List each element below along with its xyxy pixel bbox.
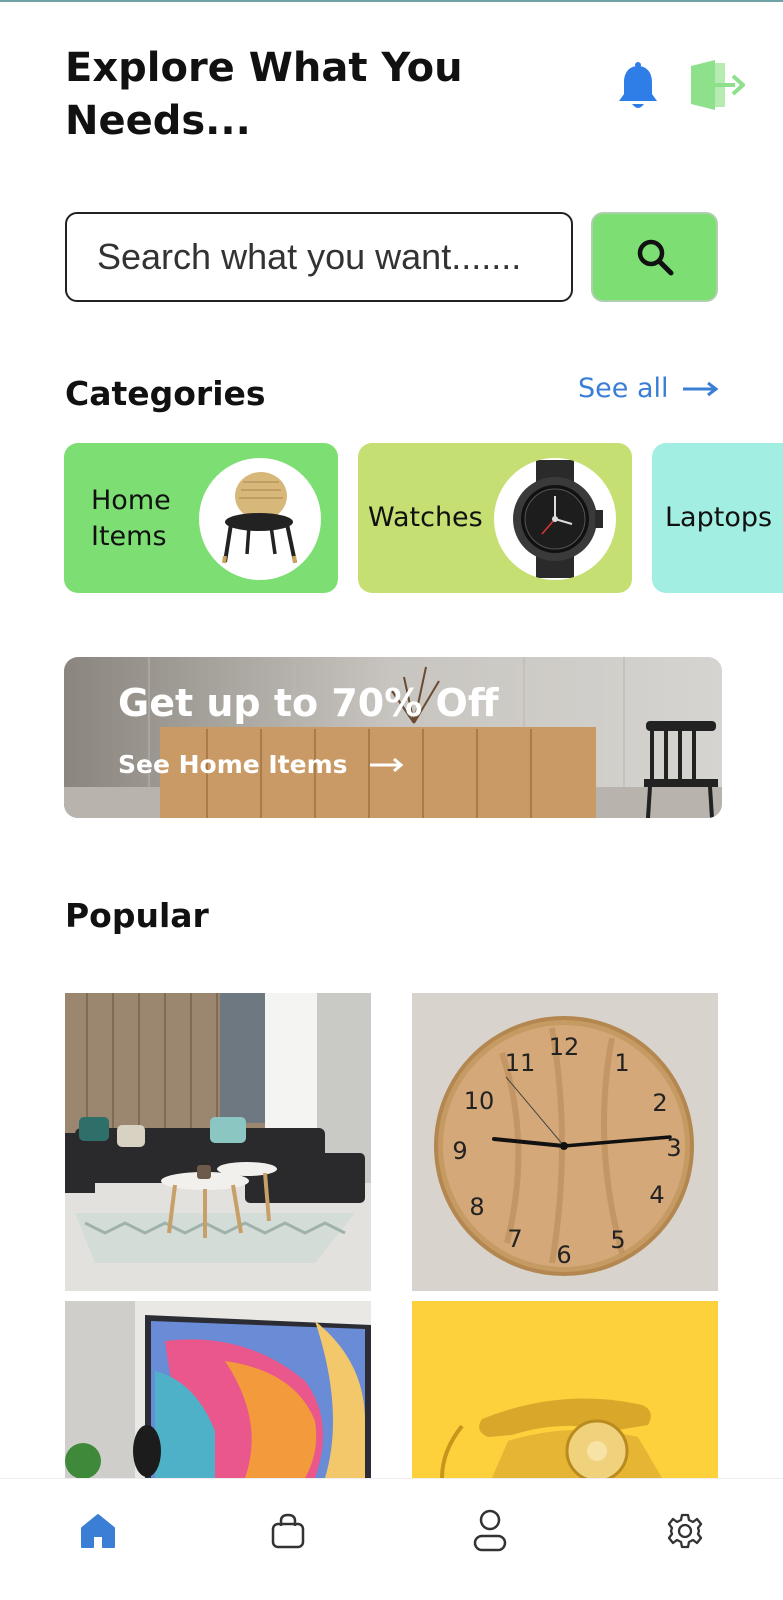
profile-icon: [473, 1509, 507, 1552]
popular-item-monitor[interactable]: [65, 1301, 371, 1478]
svg-text:5: 5: [610, 1226, 625, 1254]
popular-title: Popular: [65, 896, 209, 935]
svg-text:9: 9: [452, 1137, 467, 1165]
svg-text:8: 8: [469, 1193, 484, 1221]
shopping-bag-icon: [271, 1513, 305, 1549]
banner-title: Get up to 70% Off: [118, 681, 499, 725]
popular-item-wall-clock[interactable]: 12 1 2 3 4 5 6 7 8 9 10 11: [412, 993, 718, 1291]
see-all-label: See all: [578, 373, 669, 404]
popular-item-living-room[interactable]: [65, 993, 371, 1291]
chair-image: [199, 458, 321, 580]
category-card-laptops[interactable]: Laptops: [652, 443, 783, 593]
category-label: Watches: [368, 502, 483, 533]
wall-clock-image: 12 1 2 3 4 5 6 7 8 9 10 11: [412, 993, 718, 1291]
banner-link-label: See Home Items: [118, 750, 348, 779]
nav-profile[interactable]: [460, 1501, 520, 1561]
svg-text:11: 11: [505, 1049, 536, 1077]
page-title: Explore What You Needs...: [65, 45, 463, 144]
svg-text:10: 10: [464, 1087, 495, 1115]
svg-text:2: 2: [652, 1089, 667, 1117]
categories-title: Categories: [65, 374, 266, 413]
arrow-right-icon: [682, 381, 718, 396]
svg-text:1: 1: [614, 1049, 629, 1077]
see-all-link[interactable]: See all: [578, 373, 719, 404]
nav-settings[interactable]: [655, 1501, 715, 1561]
telephone-image: [412, 1301, 718, 1478]
monitor-image: [65, 1301, 371, 1478]
logout-door-icon[interactable]: [689, 60, 746, 110]
search-input[interactable]: [67, 214, 571, 300]
banner-link[interactable]: See Home Items: [118, 750, 404, 779]
bottom-nav: [0, 1478, 783, 1600]
category-card-watches[interactable]: Watches: [358, 443, 632, 593]
arrow-right-icon: [369, 757, 403, 772]
promo-banner[interactable]: Get up to 70% Off See Home Items: [64, 657, 722, 818]
search-field[interactable]: [65, 212, 573, 302]
svg-text:4: 4: [649, 1181, 664, 1209]
popular-item-telephone[interactable]: [412, 1301, 718, 1478]
nav-home[interactable]: [68, 1501, 128, 1561]
status-line: [0, 0, 783, 2]
category-label: Laptops: [665, 502, 773, 533]
svg-text:6: 6: [556, 1241, 571, 1269]
category-card-home-items[interactable]: Home Items: [64, 443, 338, 593]
svg-text:7: 7: [507, 1225, 522, 1253]
category-label: Home Items: [91, 485, 171, 552]
living-room-image: [65, 993, 371, 1291]
bell-icon[interactable]: [615, 62, 661, 112]
search-button[interactable]: [591, 212, 718, 302]
nav-shop[interactable]: [258, 1501, 318, 1561]
watch-image: [494, 458, 616, 580]
svg-text:12: 12: [549, 1033, 580, 1061]
search-icon: [637, 239, 673, 276]
home-icon: [81, 1514, 115, 1548]
settings-gear-icon: [667, 1513, 703, 1549]
